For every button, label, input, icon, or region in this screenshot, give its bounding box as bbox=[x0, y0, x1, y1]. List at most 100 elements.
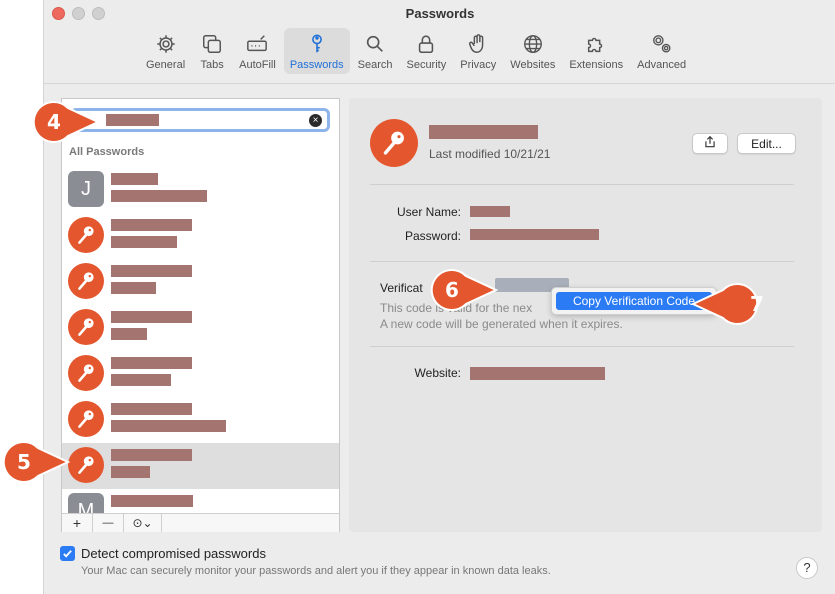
tab-advanced[interactable]: Advanced bbox=[631, 28, 692, 74]
callout-6-number: 6 bbox=[445, 278, 459, 302]
window-title: Passwords bbox=[405, 6, 475, 21]
list-footer: + — ⊙⌄ bbox=[62, 513, 339, 532]
key-avatar-icon bbox=[68, 263, 104, 299]
key-icon bbox=[304, 32, 330, 56]
key-avatar-icon bbox=[68, 217, 104, 253]
website-value-redacted[interactable] bbox=[470, 367, 605, 380]
tab-autofill[interactable]: AutoFill bbox=[233, 28, 282, 74]
callout-7: 7 bbox=[690, 282, 779, 326]
tab-security-label: Security bbox=[406, 59, 447, 71]
gear-icon bbox=[153, 32, 179, 56]
preferences-toolbar: General Tabs AutoFill Passwords Search S… bbox=[140, 28, 694, 78]
list-item-subtitle-redacted bbox=[111, 282, 156, 294]
key-avatar-icon bbox=[68, 355, 104, 391]
tab-privacy[interactable]: Privacy bbox=[454, 28, 502, 74]
list-item-subtitle-redacted bbox=[111, 466, 150, 478]
list-item[interactable]: M bbox=[62, 489, 339, 513]
hand-icon bbox=[465, 32, 491, 56]
list-item-subtitle-redacted bbox=[111, 420, 226, 432]
gears-icon bbox=[649, 32, 675, 56]
list-item[interactable]: J bbox=[62, 167, 339, 213]
tab-general[interactable]: General bbox=[140, 28, 191, 74]
list-item-title-redacted bbox=[111, 311, 192, 323]
list-item-title-redacted bbox=[111, 495, 193, 507]
detect-compromised-checkbox[interactable] bbox=[60, 546, 75, 561]
tab-passwords-label: Passwords bbox=[289, 59, 344, 71]
password-list: J M bbox=[62, 167, 339, 513]
list-item-title-redacted bbox=[111, 357, 192, 369]
detect-compromised-description: Your Mac can securely monitor your passw… bbox=[81, 565, 551, 577]
tab-autofill-label: AutoFill bbox=[239, 59, 276, 71]
list-item-subtitle-redacted bbox=[111, 374, 171, 386]
puzzle-icon bbox=[583, 32, 609, 56]
globe-icon bbox=[520, 32, 546, 56]
tab-websites-label: Websites bbox=[510, 59, 556, 71]
website-label: Website: bbox=[414, 366, 461, 380]
tabs-icon bbox=[199, 32, 225, 56]
list-item-title-redacted bbox=[111, 173, 158, 185]
context-menu: Copy Verification Code bbox=[551, 287, 717, 315]
search-query-redacted bbox=[106, 114, 159, 126]
share-button[interactable] bbox=[692, 133, 728, 154]
list-item-subtitle-redacted bbox=[111, 236, 177, 248]
tab-tabs[interactable]: Tabs bbox=[193, 28, 231, 74]
verification-hint-line-2: A new code will be generated when it exp… bbox=[380, 317, 623, 331]
key-avatar-icon bbox=[68, 309, 104, 345]
entry-title-redacted bbox=[429, 125, 538, 139]
titlebar: Passwords General Tabs AutoFill Password… bbox=[44, 0, 835, 84]
callout-5-number: 5 bbox=[17, 450, 31, 474]
tab-tabs-label: Tabs bbox=[200, 59, 224, 71]
tab-search[interactable]: Search bbox=[352, 28, 399, 74]
search-input[interactable]: × bbox=[70, 108, 330, 132]
key-avatar-icon bbox=[68, 447, 104, 483]
password-label: Password: bbox=[404, 229, 461, 243]
help-button[interactable]: ? bbox=[796, 557, 818, 579]
copy-verification-code-menu-item[interactable]: Copy Verification Code bbox=[556, 292, 712, 310]
clear-search-icon[interactable]: × bbox=[309, 114, 322, 127]
password-value-redacted[interactable] bbox=[470, 229, 599, 240]
detect-compromised-label: Detect compromised passwords bbox=[81, 546, 266, 561]
last-modified-text: Last modified 10/21/21 bbox=[429, 147, 551, 161]
autofill-icon bbox=[244, 32, 270, 56]
list-item-title-redacted bbox=[111, 265, 192, 277]
tab-extensions-label: Extensions bbox=[569, 59, 624, 71]
callout-4: 4 bbox=[32, 100, 101, 144]
callout-5: 5 bbox=[2, 440, 71, 484]
list-item[interactable] bbox=[62, 259, 339, 305]
more-options-button[interactable]: ⊙⌄ bbox=[124, 514, 162, 532]
share-icon bbox=[703, 135, 717, 152]
list-item[interactable] bbox=[62, 213, 339, 259]
list-item-selected[interactable] bbox=[62, 443, 339, 489]
list-item[interactable] bbox=[62, 351, 339, 397]
list-section-header: All Passwords bbox=[69, 146, 145, 158]
tab-websites[interactable]: Websites bbox=[504, 28, 561, 74]
search-icon bbox=[362, 32, 388, 56]
verification-code-label: Verificat bbox=[380, 281, 423, 295]
list-item-title-redacted bbox=[111, 219, 192, 231]
avatar: J bbox=[68, 171, 104, 207]
remove-password-button[interactable]: — bbox=[93, 514, 124, 532]
list-item-subtitle-redacted bbox=[111, 190, 207, 202]
tab-advanced-label: Advanced bbox=[637, 59, 687, 71]
key-avatar-icon bbox=[68, 401, 104, 437]
list-item[interactable] bbox=[62, 397, 339, 443]
lock-icon bbox=[413, 32, 439, 56]
tab-search-label: Search bbox=[357, 59, 393, 71]
key-avatar-icon bbox=[370, 119, 418, 167]
tab-privacy-label: Privacy bbox=[460, 59, 497, 71]
tab-passwords[interactable]: Passwords bbox=[283, 28, 350, 74]
divider bbox=[370, 184, 794, 185]
user-name-value-redacted[interactable] bbox=[470, 206, 510, 217]
callout-6: 6 bbox=[430, 268, 499, 312]
tab-general-label: General bbox=[146, 59, 186, 71]
list-item[interactable] bbox=[62, 305, 339, 351]
tab-security[interactable]: Security bbox=[400, 28, 452, 74]
edit-button[interactable]: Edit... bbox=[737, 133, 796, 154]
tab-extensions[interactable]: Extensions bbox=[563, 28, 629, 74]
callout-7-number: 7 bbox=[750, 292, 764, 316]
list-item-title-redacted bbox=[111, 449, 192, 461]
add-password-button[interactable]: + bbox=[62, 514, 93, 532]
avatar: M bbox=[68, 493, 104, 513]
divider bbox=[370, 261, 794, 262]
divider bbox=[370, 346, 794, 347]
